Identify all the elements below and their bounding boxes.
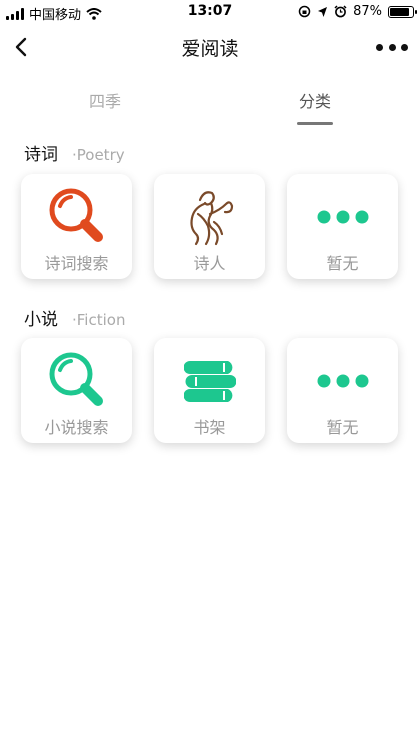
alarm-icon [334,5,347,18]
rotation-lock-icon [298,5,311,18]
fiction-search-card[interactable]: 小说搜索 [21,338,132,443]
tab-indicator [297,122,333,125]
card-label: 小说搜索 [44,418,109,437]
bookshelf-icon [183,361,236,402]
poet-card[interactable]: 诗人 [154,174,265,279]
more-button[interactable] [376,36,408,58]
nav-bar: 爱阅读 [0,24,420,70]
poetry-search-card[interactable]: 诗词搜索 [21,174,132,279]
section-title: 小说 [24,310,58,330]
section-poetry-header: 诗词 ·Poetry [24,140,125,165]
fiction-card-row: 小说搜索 书架 暂无 [21,338,398,443]
poet-icon [189,191,233,246]
more-dots-icon [376,43,383,51]
fiction-none-card[interactable]: 暂无 [287,338,398,443]
battery-icon [388,5,417,18]
tab-categories[interactable]: 分类 [245,88,385,112]
section-fiction-header: 小说 ·Fiction [24,305,125,330]
dots-icon [317,374,368,388]
bookshelf-card[interactable]: 书架 [154,338,265,443]
battery-percent: 87% [353,4,382,19]
card-label: 诗词搜索 [44,254,109,273]
section-subtitle: ·Fiction [72,311,126,329]
section-subtitle: ·Poetry [72,146,125,164]
card-label: 诗人 [193,254,226,273]
tab-seasons[interactable]: 四季 [35,88,175,112]
card-label: 暂无 [326,418,359,437]
tab-bar: 四季 分类 [0,84,420,128]
card-label: 暂无 [326,254,359,273]
status-bar: 中国移动 13:07 87% [0,0,420,24]
card-label: 书架 [193,418,226,437]
search-icon [49,352,103,406]
search-icon [49,188,103,242]
location-icon [318,6,328,17]
poetry-card-row: 诗词搜索 诗人 暂无 [21,174,398,279]
poetry-none-card[interactable]: 暂无 [287,174,398,279]
section-title: 诗词 [24,145,58,165]
dots-icon [317,210,368,224]
page-title: 爱阅读 [181,38,239,60]
